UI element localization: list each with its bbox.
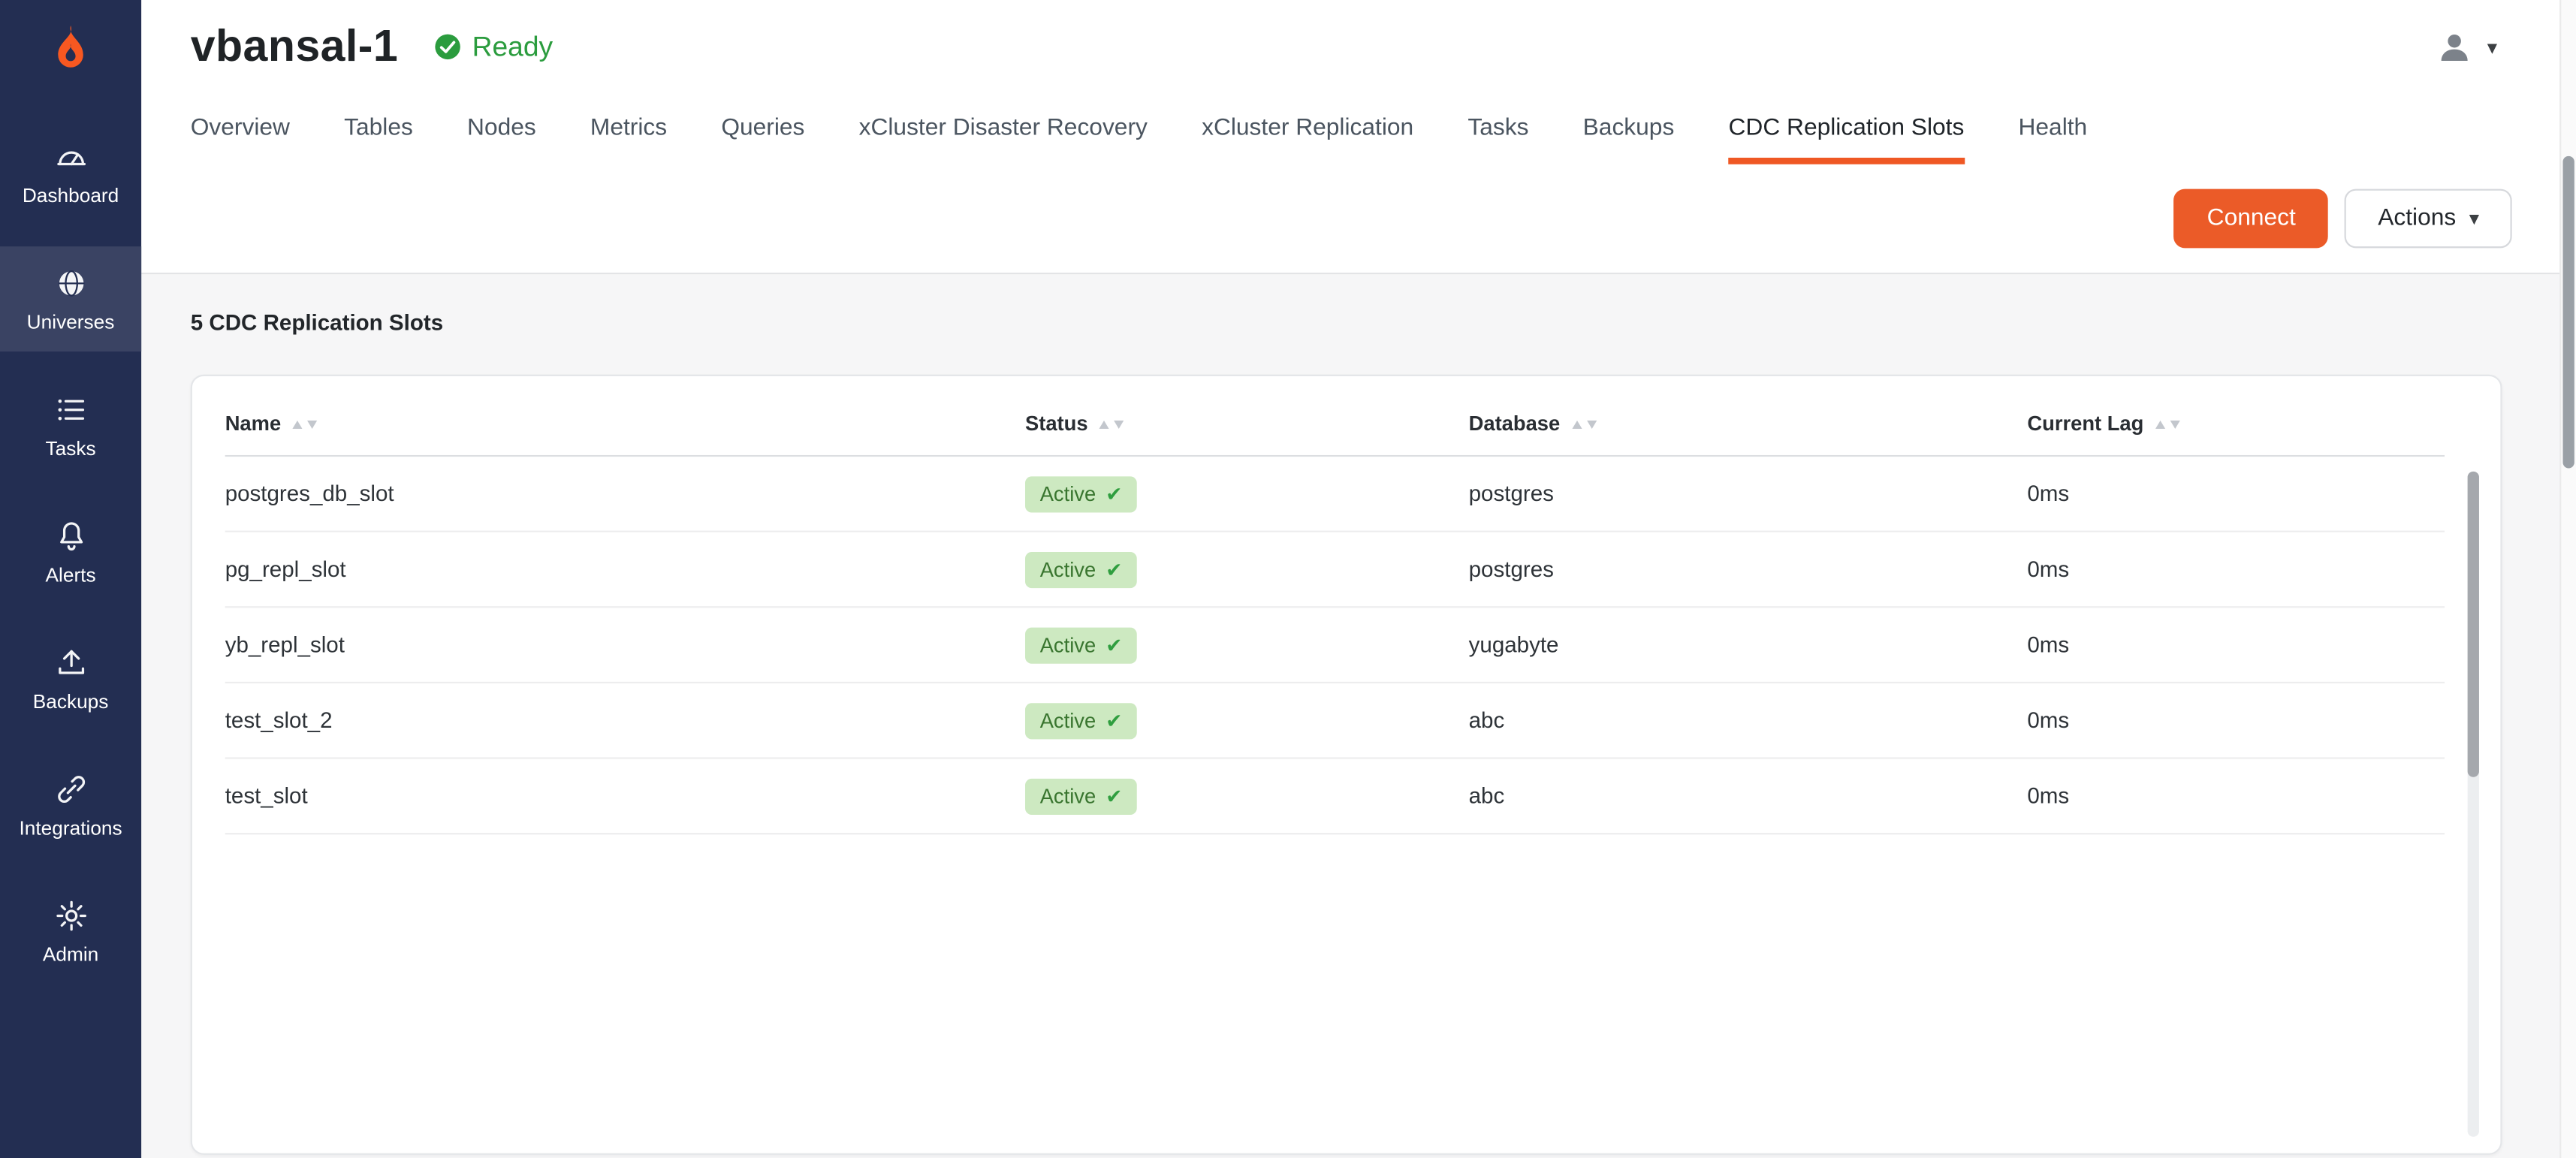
actions-button[interactable]: Actions ▾ (2345, 189, 2511, 249)
user-icon (2435, 27, 2475, 67)
sidebar-item-backups[interactable]: Backups (0, 626, 141, 731)
sidebar-item-label: Backups (33, 689, 109, 713)
slot-current-lag: 0ms (2027, 481, 2445, 506)
sidebar-item-label: Alerts (45, 562, 95, 586)
universe-header: vbansal-1 Ready ▾ (141, 0, 2576, 94)
slot-name: postgres_db_slot (225, 481, 1025, 506)
check-icon: ✔ (1106, 558, 1122, 581)
column-header-database[interactable]: Database (1469, 412, 2028, 436)
slot-name: test_slot (225, 783, 1025, 808)
status-badge: Active✔ (1025, 475, 1137, 511)
column-header-status[interactable]: Status (1025, 412, 1469, 436)
slot-name: test_slot_2 (225, 708, 1025, 733)
slot-name: yb_repl_slot (225, 632, 1025, 657)
sidebar-item-dashboard[interactable]: Dashboard (0, 120, 141, 225)
universe-icon (53, 265, 88, 300)
tab-queries[interactable]: Queries (721, 94, 804, 164)
sidebar-item-label: Admin (43, 942, 98, 966)
link-icon (53, 771, 88, 806)
status-badge: Active✔ (1025, 702, 1137, 738)
slot-database: postgres (1469, 481, 2028, 506)
tab-cdc-replication-slots[interactable]: CDC Replication Slots (1729, 94, 1965, 164)
table-row[interactable]: test_slot Active✔ abc 0ms (225, 759, 2445, 835)
page-title: vbansal-1 (191, 21, 398, 72)
sidebar-item-label: Dashboard (23, 183, 119, 207)
slot-current-lag: 0ms (2027, 783, 2445, 808)
sidebar-item-alerts[interactable]: Alerts (0, 499, 141, 605)
universe-tabs: Overview Tables Nodes Metrics Queries xC… (141, 94, 2576, 164)
dashboard-icon (53, 139, 88, 173)
check-icon: ✔ (1106, 785, 1122, 808)
bell-icon (53, 518, 88, 553)
status-badge: Ready (434, 30, 553, 63)
sidebar-item-label: Tasks (45, 436, 95, 460)
sort-icon[interactable] (1572, 420, 1597, 428)
sort-icon[interactable] (2155, 420, 2180, 428)
table-row[interactable]: postgres_db_slot Active✔ postgres 0ms (225, 457, 2445, 532)
tab-xcluster-disaster-recovery[interactable]: xCluster Disaster Recovery (859, 94, 1148, 164)
slots-table-card: Name Status Database Current Lag (191, 375, 2502, 1155)
page-scrollbar-thumb[interactable] (2563, 156, 2574, 469)
connect-button[interactable]: Connect (2174, 189, 2329, 249)
actions-button-label: Actions (2378, 205, 2456, 231)
upload-icon (53, 645, 88, 680)
check-icon: ✔ (1106, 709, 1122, 732)
column-header-name[interactable]: Name (225, 412, 1025, 436)
main-area: vbansal-1 Ready ▾ Overview (141, 0, 2576, 1158)
toolbar: Connect Actions ▾ (141, 164, 2576, 275)
table-scrollbar[interactable] (2468, 472, 2479, 1137)
status-text: Ready (472, 30, 553, 63)
slot-current-lag: 0ms (2027, 708, 2445, 733)
user-menu[interactable] (2435, 27, 2475, 67)
table-header-row: Name Status Database Current Lag (225, 386, 2445, 457)
tab-xcluster-replication[interactable]: xCluster Replication (1202, 94, 1413, 164)
sidebar-item-integrations[interactable]: Integrations (0, 752, 141, 858)
slots-count-heading: 5 CDC Replication Slots (191, 310, 2502, 335)
check-circle-icon (434, 33, 462, 61)
chevron-down-icon: ▾ (2469, 207, 2479, 231)
tab-metrics[interactable]: Metrics (590, 94, 667, 164)
check-icon: ✔ (1106, 482, 1122, 505)
table-scrollbar-thumb[interactable] (2468, 472, 2479, 778)
tab-overview[interactable]: Overview (191, 94, 290, 164)
gear-icon (53, 897, 88, 932)
slot-current-lag: 0ms (2027, 632, 2445, 657)
tab-tables[interactable]: Tables (344, 94, 413, 164)
table-row[interactable]: test_slot_2 Active✔ abc 0ms (225, 683, 2445, 759)
sort-icon[interactable] (1099, 420, 1124, 428)
content-area: 5 CDC Replication Slots Name Status Data… (141, 274, 2576, 1158)
tab-backups[interactable]: Backups (1583, 94, 1675, 164)
sidebar-item-admin[interactable]: Admin (0, 879, 141, 984)
sidebar-item-label: Universes (27, 309, 115, 333)
status-badge: Active✔ (1025, 551, 1137, 587)
slot-database: abc (1469, 783, 2028, 808)
sidebar-item-label: Integrations (19, 816, 122, 839)
slot-database: abc (1469, 708, 2028, 733)
sidebar-item-tasks[interactable]: Tasks (0, 373, 141, 478)
slot-name: pg_repl_slot (225, 557, 1025, 582)
yugabyte-logo-icon (43, 21, 98, 77)
tasks-icon (53, 392, 88, 427)
sort-icon[interactable] (292, 420, 317, 428)
slot-current-lag: 0ms (2027, 557, 2445, 582)
page-scrollbar[interactable] (2559, 0, 2576, 1158)
slot-database: postgres (1469, 557, 2028, 582)
sidebar: Dashboard Universes Tasks Alerts (0, 0, 141, 1158)
tab-tasks[interactable]: Tasks (1467, 94, 1528, 164)
slot-database: yugabyte (1469, 632, 2028, 657)
sidebar-item-universes[interactable]: Universes (0, 246, 141, 351)
table-row[interactable]: pg_repl_slot Active✔ postgres 0ms (225, 532, 2445, 608)
table-row[interactable]: yb_repl_slot Active✔ yugabyte 0ms (225, 608, 2445, 683)
chevron-down-icon[interactable]: ▾ (2487, 35, 2497, 59)
check-icon: ✔ (1106, 633, 1122, 656)
column-header-current-lag[interactable]: Current Lag (2027, 412, 2445, 436)
app-window: Dashboard Universes Tasks Alerts (0, 0, 2576, 1158)
status-badge: Active✔ (1025, 778, 1137, 814)
tab-health[interactable]: Health (2019, 94, 2088, 164)
status-badge: Active✔ (1025, 627, 1137, 663)
tab-nodes[interactable]: Nodes (467, 94, 536, 164)
logo[interactable] (0, 0, 141, 98)
